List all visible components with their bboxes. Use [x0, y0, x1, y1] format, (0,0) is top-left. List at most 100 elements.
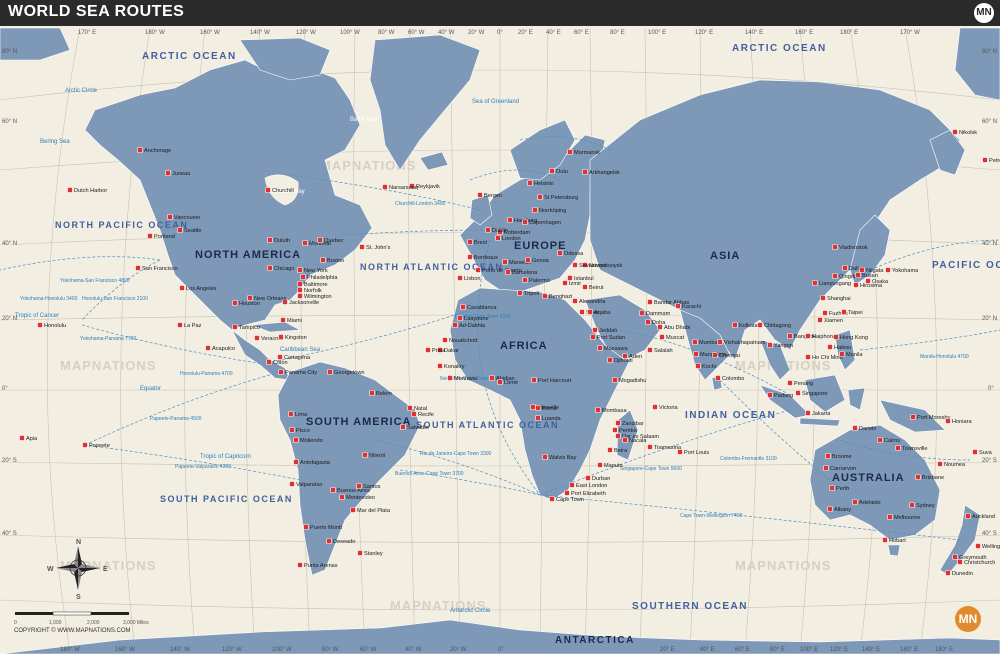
route-label: Yokohama-Honolulu 3400 — [20, 296, 78, 302]
port-name: Massawa — [604, 346, 629, 352]
anchor-icon — [177, 227, 183, 233]
port-name: Narsarsuaq — [389, 185, 418, 191]
anchor-icon — [829, 485, 835, 491]
anchor-icon — [827, 506, 833, 512]
map-canvas: MAPNATIONS MAPNATIONS MAPNATIONS MAPNATI… — [0, 0, 1000, 654]
anchor-icon — [972, 449, 978, 455]
port-name: Colon — [273, 360, 288, 366]
top-tick: 80° E — [610, 30, 625, 36]
port-name: Izmir — [569, 281, 581, 287]
port-marker: Toamasina — [647, 444, 682, 451]
anchor-icon — [19, 435, 25, 441]
bottom-tick: 80° W — [322, 647, 339, 653]
port-marker: Antofagasta — [293, 459, 331, 466]
anchor-icon — [952, 554, 958, 560]
anchor-icon — [457, 315, 463, 321]
port-name: Aden — [629, 354, 642, 360]
top-tick: 140° E — [745, 30, 763, 36]
left-tick: 20° S — [2, 458, 17, 464]
anchor-icon — [457, 275, 463, 281]
anchor-icon — [842, 265, 848, 271]
route-label: Manila-Honolulu 4700 — [920, 354, 969, 360]
port-name: Chennai — [719, 353, 740, 359]
anchor-icon — [715, 375, 721, 381]
anchor-icon — [82, 442, 88, 448]
bottom-tick: 20° E — [660, 647, 675, 653]
scale-label: 2,000 — [87, 620, 100, 626]
anchor-icon — [320, 257, 326, 263]
anchor-icon — [582, 169, 588, 175]
port-marker: Petropavlovsk — [982, 157, 1000, 164]
port-marker: Nikolsk — [952, 129, 977, 136]
anchor-icon — [302, 240, 308, 246]
anchor-icon — [330, 487, 336, 493]
bottom-tick: 20° W — [450, 647, 467, 653]
anchor-icon — [177, 322, 183, 328]
port-name: Durban — [592, 476, 610, 482]
port-name: Muscat — [666, 335, 684, 341]
top-tick: 40° W — [438, 30, 455, 36]
sea-label: Arctic Circle — [65, 88, 98, 94]
left-tick: 40° S — [2, 531, 17, 537]
port-name: Chittagong — [764, 323, 791, 329]
port-marker: Bordeaux — [467, 254, 498, 261]
port-name: Bordeaux — [474, 255, 498, 261]
anchor-icon — [280, 317, 286, 323]
port-name: Karachi — [682, 304, 701, 310]
continent-label: AUSTRALIA — [832, 472, 905, 484]
port-marker: Noumea — [937, 461, 966, 468]
port-name: Luanda — [542, 416, 562, 422]
port-name: Perth — [836, 486, 849, 492]
port-name: Dunedin — [952, 571, 973, 577]
port-name: Acapulco — [212, 346, 235, 352]
anchor-icon — [37, 322, 43, 328]
chukotka-right — [954, 27, 1000, 101]
port-marker: East London — [569, 482, 607, 489]
port-name: St. John's — [366, 245, 391, 251]
port-name: Kochi — [702, 364, 716, 370]
top-tick: 160° W — [200, 30, 220, 36]
anchor-icon — [812, 280, 818, 286]
anchor-icon — [615, 420, 621, 426]
port-name: Port Harcourt — [538, 378, 572, 384]
anchor-icon — [677, 449, 683, 455]
port-name: Pemba — [619, 428, 638, 434]
port-name: Noumea — [944, 462, 966, 468]
sea-label: Equator — [140, 386, 161, 392]
port-name: Casablanca — [467, 305, 497, 311]
port-name: Benghazi — [549, 294, 572, 300]
port-marker: Casablanca — [460, 304, 497, 311]
anchor-icon — [531, 377, 537, 383]
port-marker: Los Angeles — [179, 285, 217, 292]
port-marker: Copenhagen — [522, 219, 561, 226]
anchor-icon — [882, 537, 888, 543]
anchor-icon — [535, 405, 541, 411]
port-name: Norrköping — [539, 208, 566, 214]
port-name: Port Louis — [684, 450, 709, 456]
right-tick: 80° N — [982, 49, 997, 55]
anchor-icon — [147, 233, 153, 239]
port-name: Odessa — [564, 251, 584, 257]
port-marker: Papeete — [82, 442, 110, 449]
anchor-icon — [855, 272, 861, 278]
port-name: Cape Town — [556, 497, 584, 503]
watermark: MAPNATIONS — [60, 358, 156, 373]
port-name: Sevastopol — [579, 263, 607, 269]
port-name: Hong Kong — [840, 335, 868, 341]
bottom-tick: 40° W — [405, 647, 422, 653]
anchor-icon — [647, 299, 653, 305]
port-name: Apia — [26, 436, 38, 442]
anchor-icon — [362, 452, 368, 458]
anchor-icon — [467, 254, 473, 260]
sea-label: Tropic of Capricorn — [200, 454, 251, 460]
port-name: Lomé — [504, 380, 518, 386]
port-name: Carnarvon — [830, 466, 856, 472]
port-name: Los Angeles — [186, 286, 217, 292]
anchor-icon — [982, 157, 988, 163]
sea-label: Sea of Greenland — [472, 99, 519, 105]
right-tick: 40° N — [982, 241, 997, 247]
anchor-icon — [567, 149, 573, 155]
anchor-icon — [832, 273, 838, 279]
port-marker: Sevastopol — [572, 262, 607, 269]
port-name: Mogadishu — [619, 378, 646, 384]
